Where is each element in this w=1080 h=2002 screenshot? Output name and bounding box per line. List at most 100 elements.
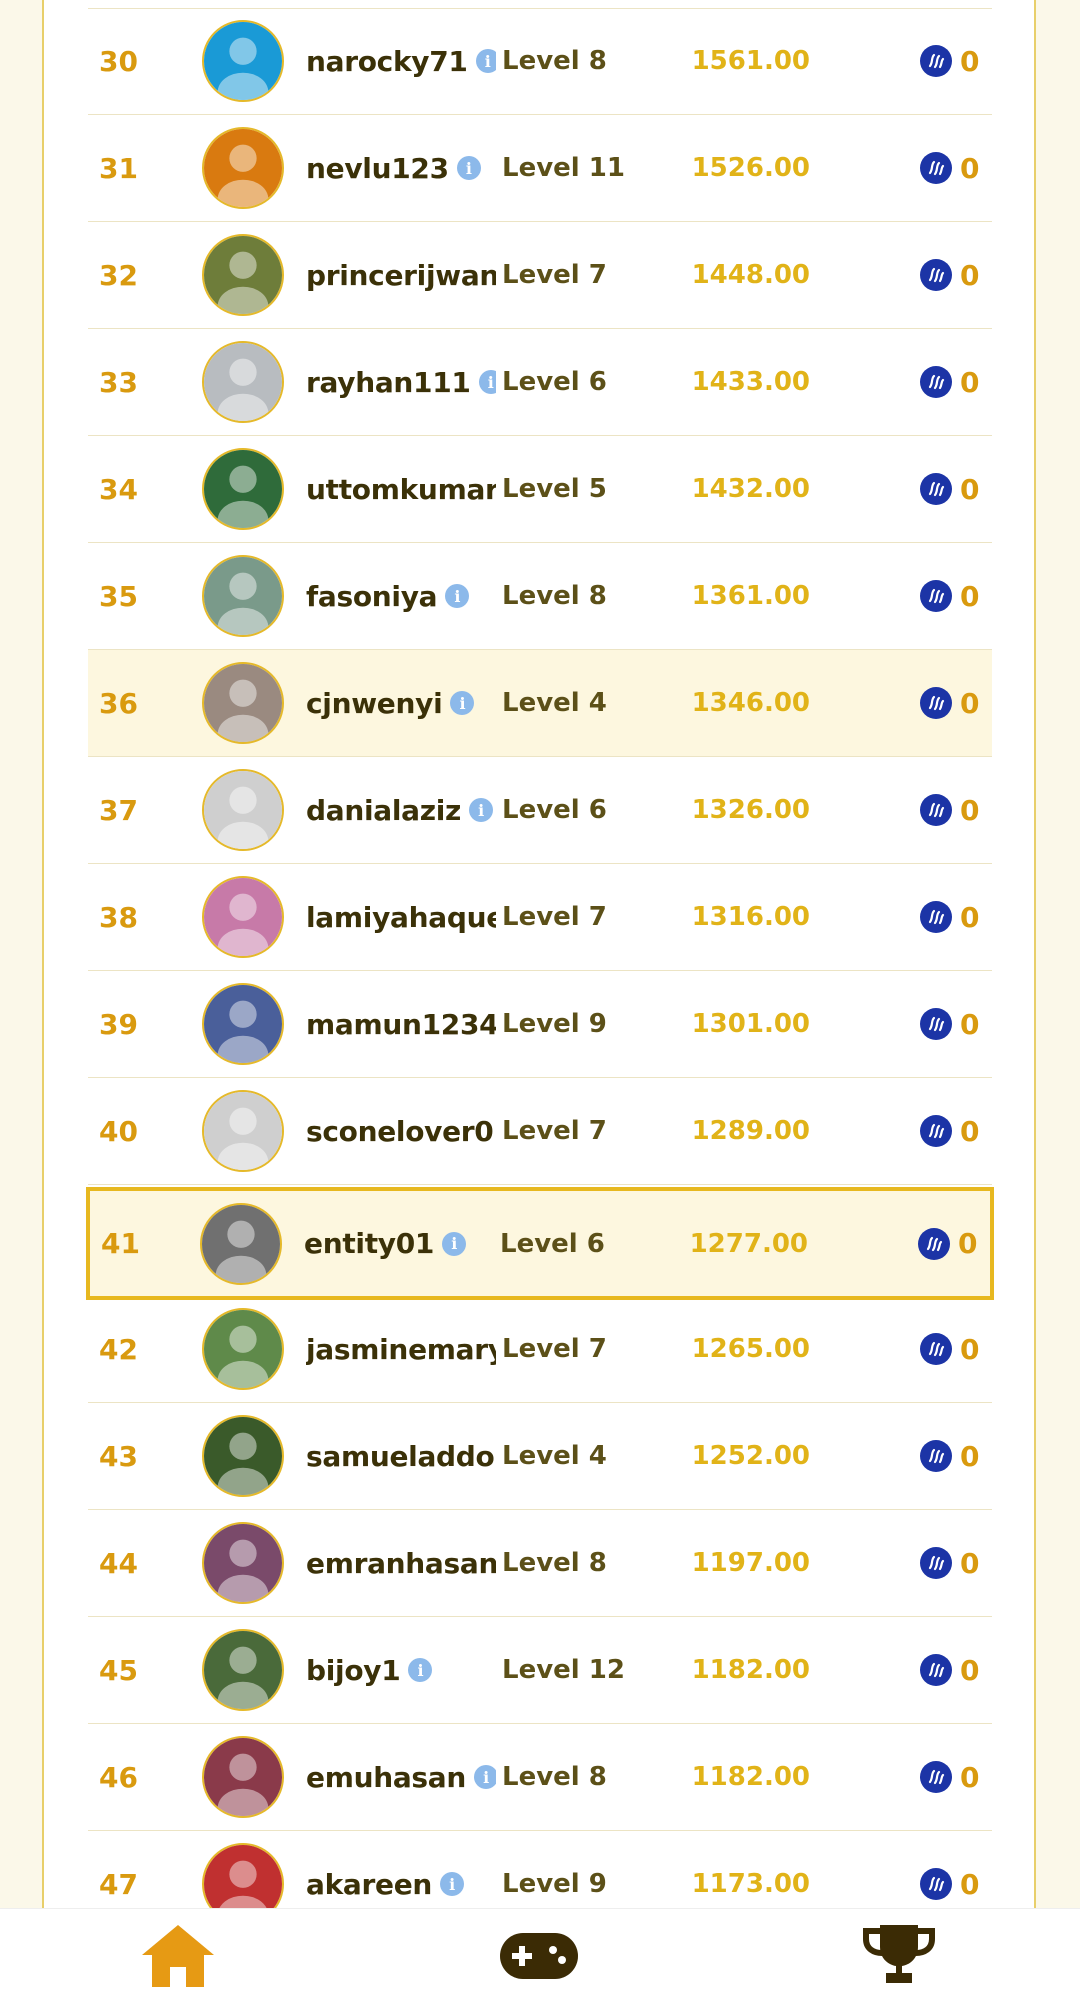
avatar[interactable] [202, 1308, 284, 1390]
reward: 0 [920, 1617, 979, 1723]
avatar[interactable] [202, 1629, 284, 1711]
info-icon[interactable]: i [478, 370, 496, 394]
avatar[interactable] [202, 127, 284, 209]
nav-home-button[interactable] [140, 1923, 216, 1993]
avatar[interactable] [202, 983, 284, 1065]
leaderboard-row[interactable]: 30 narocky71 i Level 8 1561.00 0 [88, 8, 992, 115]
reward-value: 0 [958, 1227, 978, 1260]
rank-number: 46 [99, 1760, 138, 1794]
reward: 0 [920, 1510, 979, 1616]
reward: 0 [920, 1078, 979, 1184]
username[interactable]: bijoy1 i [306, 1617, 496, 1723]
username[interactable]: emranhasan [306, 1510, 496, 1616]
rank-number: 31 [99, 151, 138, 185]
username[interactable]: lamiyahaque [306, 864, 496, 970]
username[interactable]: narocky71 i [306, 8, 496, 114]
reward-value: 0 [960, 1332, 980, 1366]
leaderboard-row[interactable]: 43 samueladdo Level 4 1252.00 0 [88, 1403, 992, 1510]
avatar[interactable] [202, 1736, 284, 1818]
rank-number: 39 [99, 1007, 138, 1041]
leaderboard-row[interactable]: 34 uttomkumar Level 5 1432.00 0 [88, 436, 992, 543]
info-icon[interactable]: i [475, 49, 496, 73]
avatar[interactable] [202, 1415, 284, 1497]
avatar[interactable] [202, 234, 284, 316]
username-text: narocky71 [306, 44, 468, 78]
steem-icon [920, 794, 952, 826]
avatar[interactable] [202, 555, 284, 637]
info-icon[interactable]: i [474, 1765, 496, 1789]
avatar[interactable] [202, 341, 284, 423]
username-text: princerijwan [306, 258, 496, 292]
username[interactable]: uttomkumar [306, 436, 496, 542]
score-value: 1197.00 [691, 1548, 810, 1578]
avatar[interactable] [200, 1203, 282, 1285]
reward: 0 [920, 543, 979, 649]
info-icon[interactable]: i [445, 584, 470, 608]
leaderboard-row[interactable]: 31 nevlu123 i Level 11 1526.00 0 [88, 115, 992, 222]
leaderboard-row[interactable]: 39 mamun12345Level 9 1301.00 0 [88, 971, 992, 1078]
leaderboard-row[interactable]: 44 emranhasan Level 8 1197.00 0 [88, 1510, 992, 1617]
rank-number: 43 [99, 1439, 138, 1473]
leaderboard-row[interactable]: 38 lamiyahaque Level 7 1316.00 0 [88, 864, 992, 971]
username[interactable]: sconelover0 [306, 1078, 496, 1184]
username[interactable]: fasoniya i [306, 543, 496, 649]
avatar[interactable] [202, 1090, 284, 1172]
username[interactable]: samueladdo [306, 1403, 496, 1509]
avatar[interactable] [202, 448, 284, 530]
score-value: 1432.00 [691, 474, 810, 504]
rank-number: 37 [99, 793, 138, 827]
username[interactable]: jasminemary [306, 1296, 496, 1402]
steem-icon [918, 1227, 950, 1260]
score-value: 1301.00 [691, 1009, 810, 1039]
username[interactable]: entity01 i [304, 1191, 494, 1296]
username[interactable]: nevlu123 i [306, 115, 496, 221]
avatar[interactable] [202, 1522, 284, 1604]
reward: 0 [920, 115, 979, 221]
avatar[interactable] [202, 876, 284, 958]
reward: 0 [920, 436, 979, 542]
info-icon[interactable]: i [440, 1872, 465, 1896]
avatar[interactable] [202, 662, 284, 744]
info-icon[interactable]: i [456, 156, 481, 180]
leaderboard-row[interactable]: 42 jasminemary Level 7 1265.00 0 [88, 1296, 992, 1403]
steem-icon [920, 1440, 952, 1472]
info-icon[interactable]: i [469, 798, 494, 822]
leaderboard-row[interactable]: 37 danialaziz i Level 6 1326.00 0 [88, 757, 992, 864]
nav-games-button[interactable] [498, 1929, 580, 1987]
steem-icon [920, 1761, 952, 1793]
current-user-row[interactable]: 41 entity01 i Level 6 1277.00 0 [86, 1187, 994, 1300]
level-label: Level 4 [502, 688, 607, 718]
leaderboard-row[interactable]: 46 emuhasan i Level 8 1182.00 0 [88, 1724, 992, 1831]
level-label: Level 7 [502, 1116, 607, 1146]
username[interactable]: emuhasan i [306, 1724, 496, 1830]
username[interactable]: danialaziz i [306, 757, 496, 863]
username-text: samueladdo [306, 1439, 495, 1473]
reward: 0 [920, 1724, 979, 1830]
info-icon[interactable]: i [450, 691, 475, 715]
username[interactable]: cjnwenyi i [306, 650, 496, 756]
avatar[interactable] [202, 769, 284, 851]
steem-icon [920, 1333, 952, 1365]
reward: 0 [920, 971, 979, 1077]
level-label: Level 7 [502, 1334, 607, 1364]
score-value: 1346.00 [691, 688, 810, 718]
reward-value: 0 [960, 900, 980, 934]
leaderboard-row[interactable]: 32 princerijwan Level 7 1448.00 0 [88, 222, 992, 329]
leaderboard-row[interactable]: 33 rayhan111 i Level 6 1433.00 0 [88, 329, 992, 436]
reward-value: 0 [960, 44, 980, 78]
avatar[interactable] [202, 20, 284, 102]
username[interactable]: princerijwan [306, 222, 496, 328]
reward: 0 [920, 222, 979, 328]
leaderboard-row[interactable]: 40 sconelover0 Level 7 1289.00 0 [88, 1078, 992, 1185]
leaderboard-row[interactable]: 35 fasoniya i Level 8 1361.00 0 [88, 543, 992, 650]
leaderboard-row[interactable]: 36 cjnwenyi i Level 4 1346.00 0 [88, 650, 992, 757]
steem-icon [920, 1115, 952, 1147]
info-icon[interactable]: i [408, 1658, 433, 1682]
info-icon[interactable]: i [442, 1231, 467, 1256]
steem-icon [920, 473, 952, 505]
nav-leaderboard-button[interactable] [862, 1921, 936, 1991]
leaderboard-row[interactable]: 45 bijoy1 i Level 12 1182.00 0 [88, 1617, 992, 1724]
username[interactable]: rayhan111 i [306, 329, 496, 435]
username[interactable]: mamun12345 [306, 971, 496, 1077]
reward: 0 [920, 329, 979, 435]
